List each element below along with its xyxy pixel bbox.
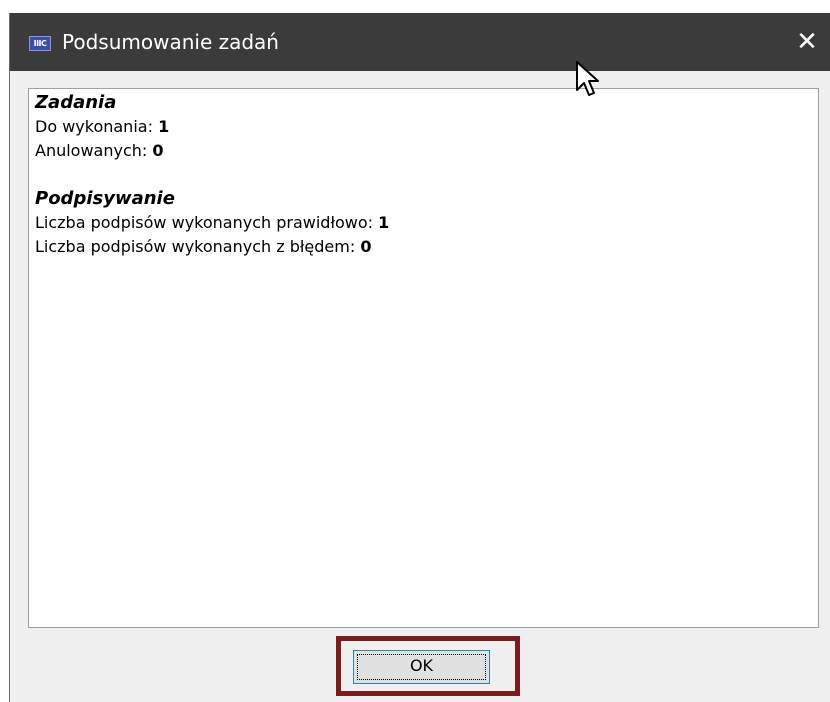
title-bar[interactable]: IIIC Podsumowanie zadań ✕	[10, 13, 830, 71]
dialog-title: Podsumowanie zadań	[62, 30, 279, 54]
signing-error-value: 0	[360, 237, 372, 256]
tasks-to-do-value: 1	[158, 117, 170, 136]
app-icon: IIIC	[29, 36, 51, 51]
tasks-to-do-label: Do wykonania:	[35, 117, 153, 136]
tasks-cancelled-label: Anulowanych:	[35, 141, 148, 160]
tasks-cancelled-row: Anulowanych: 0	[35, 139, 812, 163]
tasks-heading: Zadania	[35, 92, 117, 113]
mouse-cursor-icon	[576, 61, 599, 96]
signing-heading: Podpisywanie	[35, 188, 175, 209]
close-button[interactable]: ✕	[784, 13, 830, 71]
tasks-to-do-row: Do wykonania: 1	[35, 115, 812, 139]
signing-ok-label: Liczba podpisów wykonanych prawidłowo:	[35, 213, 374, 232]
signing-ok-value: 1	[378, 213, 390, 232]
signing-error-label: Liczba podpisów wykonanych z błędem:	[35, 237, 356, 256]
signing-ok-row: Liczba podpisów wykonanych prawidłowo: 1	[35, 211, 812, 235]
signing-error-row: Liczba podpisów wykonanych z błędem: 0	[35, 235, 812, 259]
ok-button[interactable]: OK	[353, 650, 490, 684]
summary-panel: Zadania Do wykonania: 1 Anulowanych: 0 P…	[28, 88, 819, 628]
tasks-cancelled-value: 0	[152, 141, 164, 160]
